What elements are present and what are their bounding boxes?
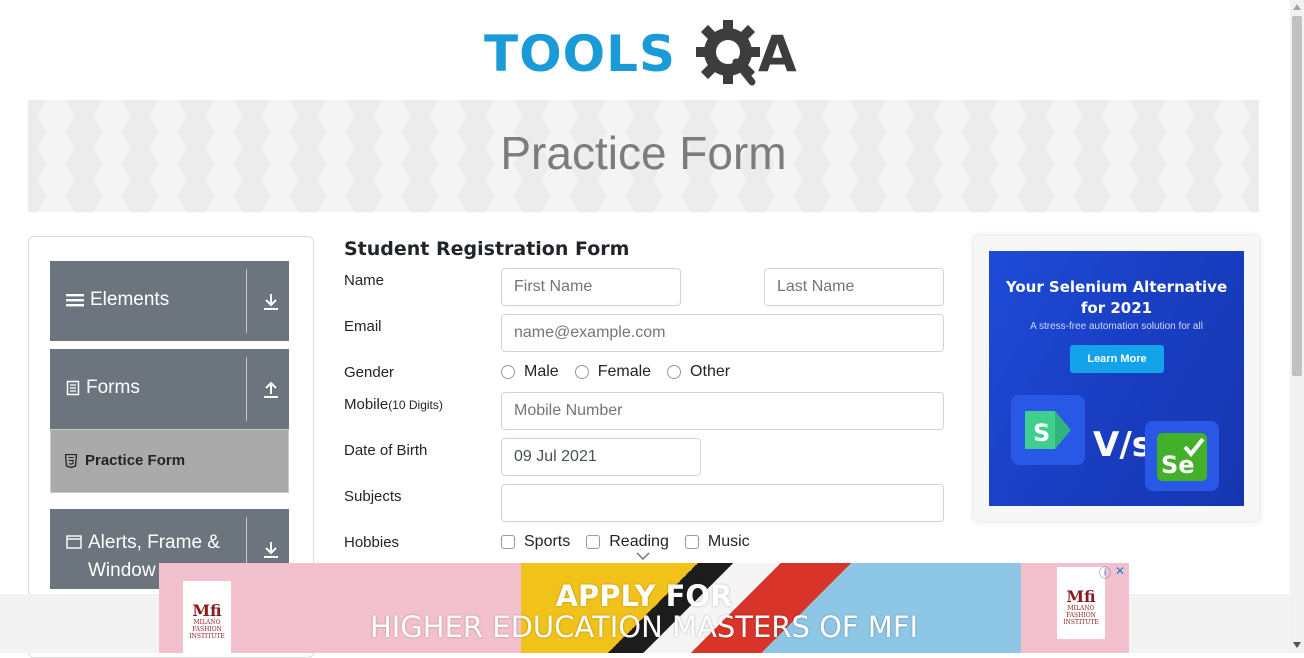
radio-label: Other	[690, 363, 731, 380]
ad-headline: APPLY FOR	[555, 579, 733, 613]
hobby-sports-checkbox[interactable]: Sports	[501, 533, 570, 551]
ad-close-icon[interactable]: ✕	[1115, 564, 1125, 578]
ad-title-line2: for 2021	[1080, 299, 1153, 317]
mobile-label: Mobile(10 Digits)	[344, 396, 443, 413]
gender-female-radio[interactable]: Female	[574, 363, 652, 381]
katalon-logo-icon: S	[1025, 411, 1071, 449]
name-label: Name	[344, 272, 385, 289]
gender-label: Gender	[344, 364, 395, 381]
versus-text: V/s	[1093, 425, 1152, 465]
mobile-input[interactable]: Mobile Number	[501, 392, 944, 430]
html5-icon	[65, 453, 77, 468]
email-input[interactable]: name@example.com	[501, 314, 944, 352]
hobbies-checkbox-group: Sports Reading Music	[501, 533, 766, 551]
ad-title-line1: Your Selenium Alternative	[1005, 278, 1228, 296]
sidebar-group-label: Elements	[90, 289, 170, 310]
sidebar-group-forms[interactable]: Forms	[50, 349, 289, 429]
checkbox-box[interactable]	[586, 535, 601, 549]
email-label: Email	[344, 318, 382, 335]
scroll-down-icon[interactable]	[1293, 642, 1301, 648]
first-name-input[interactable]: First Name	[501, 268, 681, 306]
ad-subheadline: HIGHER EDUCATION MASTERS OF MFI	[369, 610, 919, 644]
hobbies-label: Hobbies	[344, 534, 400, 551]
checkbox-label: Music	[707, 533, 750, 550]
ad-info-icon[interactable]: ⓘ	[1099, 564, 1111, 581]
selenium-alternative-ad[interactable]: Your Selenium Alternative for 2021 A str…	[989, 251, 1244, 506]
sidebar-group-label: Alerts, Frame &	[88, 532, 220, 553]
hobby-reading-checkbox[interactable]: Reading	[586, 533, 669, 551]
radio-circle[interactable]	[574, 365, 589, 379]
scrollbar-thumb[interactable]	[1292, 16, 1302, 376]
mfi-banner-ad[interactable]: Mfi MILANO FASHION INSTITUTE Mfi MILANO …	[159, 563, 1129, 653]
subjects-input[interactable]	[501, 484, 944, 522]
selenium-logo-icon: Se	[1157, 433, 1207, 481]
window-icon	[66, 535, 82, 549]
scroll-up-icon[interactable]	[1293, 4, 1301, 10]
download-arrow-icon	[264, 542, 278, 558]
last-name-input[interactable]: Last Name	[764, 268, 944, 306]
hamburger-icon	[66, 294, 84, 307]
katalon-logo: S	[1011, 395, 1085, 465]
sidebar-item-practice-form[interactable]: Practice Form	[50, 429, 289, 493]
logo-brand-letter: A	[758, 25, 797, 83]
sidebar-group-label: Forms	[86, 377, 140, 398]
logo-brand-text: TOOLS	[484, 25, 676, 83]
katalon-letter: S	[1033, 419, 1050, 447]
radio-circle[interactable]	[501, 365, 515, 379]
radio-label: Male	[524, 363, 559, 380]
gender-other-radio[interactable]: Other	[667, 363, 730, 381]
checkbox-box[interactable]	[501, 535, 515, 549]
sidebar-item-label: Practice Form	[85, 452, 186, 469]
ad-subtitle: A stress-free automation solution for al…	[1030, 321, 1203, 332]
checkbox-label: Sports	[524, 533, 571, 550]
checkbox-label: Reading	[609, 533, 669, 550]
document-icon	[66, 380, 80, 396]
subjects-label: Subjects	[344, 488, 402, 505]
gender-male-radio[interactable]: Male	[501, 363, 559, 381]
dob-label: Date of Birth	[344, 442, 428, 459]
mobile-hint: (10 Digits)	[388, 398, 443, 412]
divider	[246, 357, 247, 421]
toolsqa-logo[interactable]: TOOLS A	[484, 16, 808, 92]
radio-label: Female	[597, 363, 652, 380]
page-scrollbar[interactable]	[1290, 0, 1304, 653]
chevron-down-icon[interactable]	[636, 552, 650, 560]
divider	[246, 269, 247, 333]
radio-circle[interactable]	[667, 365, 682, 379]
checkbox-box[interactable]	[684, 535, 699, 549]
selenium-logo: Se	[1145, 421, 1219, 491]
hobby-music-checkbox[interactable]: Music	[684, 533, 750, 551]
page-banner: Practice Form	[28, 100, 1259, 212]
sidebar-group-elements[interactable]: Elements	[50, 261, 289, 341]
download-arrow-icon	[264, 294, 278, 310]
learn-more-button[interactable]: Learn More	[1070, 345, 1164, 373]
form-title: Student Registration Form	[344, 238, 630, 260]
date-of-birth-input[interactable]: 09 Jul 2021	[501, 438, 701, 476]
gender-radio-group: Male Female Other	[501, 363, 746, 381]
page-title: Practice Form	[500, 127, 787, 179]
upload-arrow-icon	[264, 381, 278, 398]
